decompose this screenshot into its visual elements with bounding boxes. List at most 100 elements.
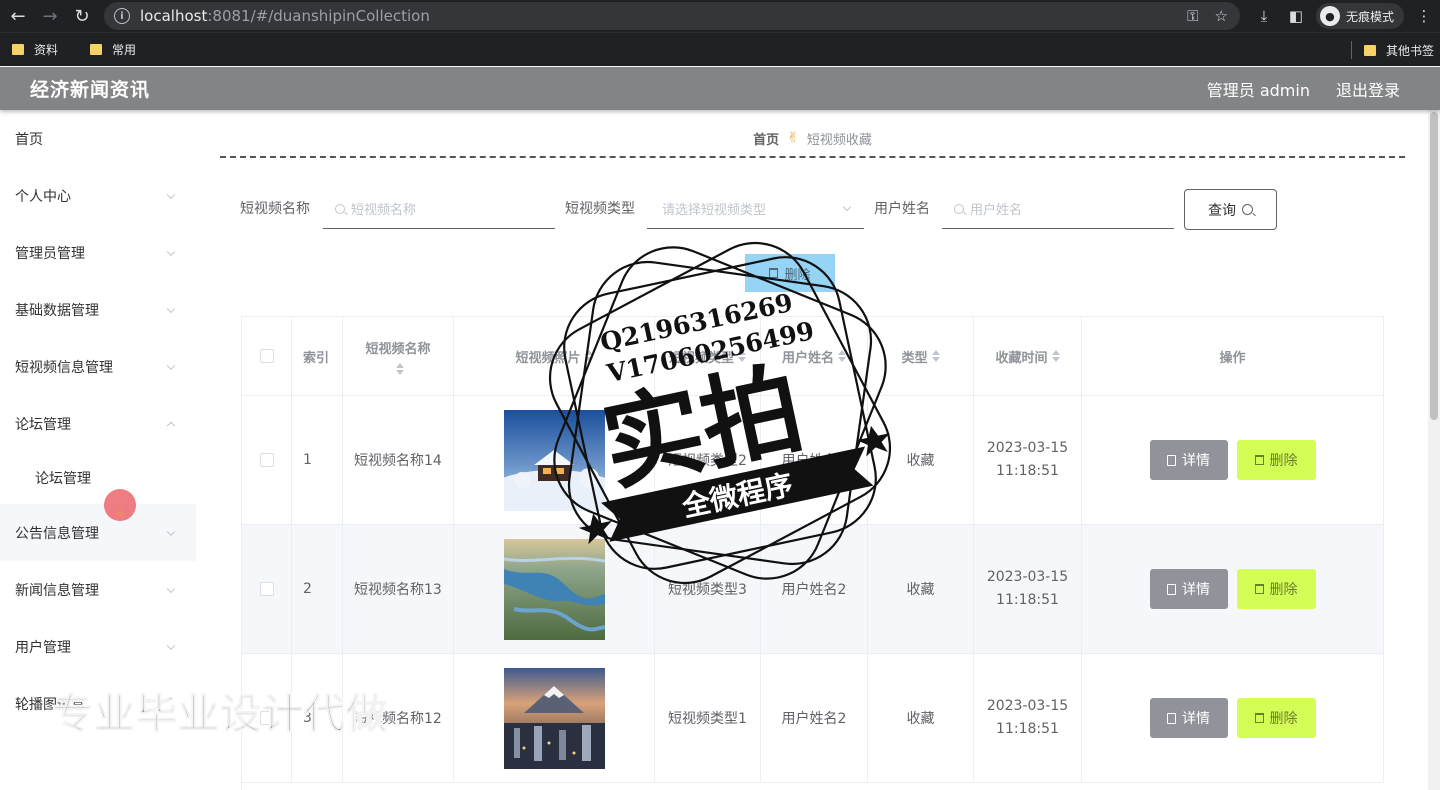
folder-icon [12,44,24,55]
hand-cursor-icon: ☟ [114,503,125,524]
breadcrumb: 首页 ✌ 短视频收藏 [220,120,1405,158]
scrollbar-thumb[interactable] [1430,112,1438,420]
video-name-input[interactable]: 短视频名称 [323,189,555,229]
side-panel-icon[interactable]: ◧ [1280,7,1312,25]
col-kind: 类型 [901,350,928,366]
trash-icon [1254,713,1264,723]
detail-button[interactable]: 详情 [1149,698,1228,738]
sidebar-item-video-info[interactable]: 短视频信息管理 [0,338,196,395]
bulk-delete-button[interactable]: 删除 [745,254,835,292]
row-date: 2023-03-15 [986,698,1069,714]
video-type-label: 短视频类型 [565,201,635,217]
col-video-type: 短视频类型 [668,350,734,366]
incognito-badge[interactable]: ● 无痕模式 [1315,3,1404,29]
sidebar-item-admin[interactable]: 管理员管理 [0,224,196,281]
table-row: 2 短视频名称13 短视频类型3 用户姓名2 收藏 2023-03-15 11:1… [242,525,1384,654]
document-icon [1167,712,1176,724]
delete-button[interactable]: 删除 [1236,569,1316,609]
trash-icon [769,268,779,278]
row-index: 1 [303,452,312,468]
logout-link[interactable]: 退出登录 [1336,77,1400,101]
video-type-select[interactable]: 请选择短视频类型 [647,189,864,229]
breadcrumb-home[interactable]: 首页 [753,129,779,148]
row-checkbox[interactable] [259,582,274,596]
delete-button[interactable]: 删除 [1236,440,1316,480]
download-icon[interactable]: ⤓ [1248,7,1280,25]
chevron-down-icon [166,361,176,370]
app-header: 经济新闻资讯 管理员 admin 退出登录 [0,67,1440,110]
bookmarks-bar: 资料 常用 其他书签 [0,32,1440,66]
row-user-name: 用户姓名2 [781,582,847,598]
document-icon [1167,583,1176,595]
menu-kebab-icon[interactable]: ⋮ [1408,7,1440,25]
chevron-up-icon [166,421,176,430]
collection-table: 索引 短视频名称 短视频照片 短视频类型 用户姓名 类型 收藏时间 操作 1 短… [241,316,1384,790]
sidebar-item-users[interactable]: 用户管理 [0,618,196,675]
back-icon[interactable]: ← [4,2,32,30]
video-name-label: 短视频名称 [240,201,310,217]
table-header-row: 索引 短视频名称 短视频照片 短视频类型 用户姓名 类型 收藏时间 操作 [242,317,1384,396]
user-name-input[interactable]: 用户姓名 [942,189,1174,229]
breadcrumb-current: 短视频收藏 [806,132,872,148]
sort-icon[interactable] [931,350,940,362]
bookmark-folder-ziliao[interactable]: 资料 [12,41,58,58]
video-thumbnail [504,538,605,640]
chevron-down-icon [166,304,176,313]
row-date: 2023-03-15 [986,440,1069,456]
search-icon [1242,204,1253,215]
detail-button[interactable]: 详情 [1149,569,1228,609]
sidebar-item-forum[interactable]: 论坛管理 [0,395,196,452]
row-kind: 收藏 [906,711,935,727]
address-bar[interactable]: i localhost:8081/#/duanshipinCollection … [104,2,1240,30]
hand-icon: ✌ [787,130,799,146]
col-actions: 操作 [1219,350,1246,366]
sidebar-item-profile[interactable]: 个人中心 [0,167,196,224]
document-icon [1167,454,1176,466]
row-kind: 收藏 [906,582,935,598]
col-video-name: 短视频名称 [365,341,431,357]
video-thumbnail [504,667,605,769]
user-name-label: 用户姓名 [874,201,930,217]
sidebar-subitem-forum[interactable]: 论坛管理 [0,452,196,504]
forward-icon[interactable]: → [36,2,64,30]
video-thumbnail [504,409,605,511]
search-form: 短视频名称 短视频名称 短视频类型 请选择短视频类型 用户姓名 用户姓名 查询 [240,189,1340,230]
delete-button[interactable]: 删除 [1236,698,1316,738]
site-info-icon[interactable]: i [114,8,130,24]
sidebar-item-basic-data[interactable]: 基础数据管理 [0,281,196,338]
sort-icon[interactable] [738,350,746,362]
folder-icon [90,44,103,55]
sort-icon[interactable] [395,362,404,375]
query-button[interactable]: 查询 [1184,189,1277,230]
watermark-text: 专业毕业设计代做 [51,689,388,739]
row-time: 11:18:51 [996,592,1059,608]
sidebar-item-home[interactable]: 首页 [0,110,196,167]
url-text[interactable]: localhost:8081/#/duanshipinCollection [140,7,430,25]
other-bookmarks[interactable]: 其他书签 [1386,42,1434,59]
browser-toolbar: ← → ↻ i localhost:8081/#/duanshipinColle… [0,0,1440,32]
sort-icon[interactable] [838,350,846,362]
reload-icon[interactable]: ↻ [68,2,96,30]
sort-icon[interactable] [584,350,593,362]
bookmark-star-icon[interactable]: ☆ [1215,7,1228,25]
row-checkbox[interactable] [259,453,274,467]
detail-button[interactable]: 详情 [1149,440,1228,480]
key-icon[interactable]: ⚿ [1187,7,1198,25]
select-all-checkbox[interactable] [259,349,274,363]
chevron-down-icon [166,641,176,650]
app-title: 经济新闻资讯 [30,79,151,101]
row-video-type: 短视频类型3 [668,582,747,598]
chevron-down-icon [166,584,176,593]
row-kind: 收藏 [906,453,935,469]
chevron-down-icon [166,247,176,256]
row-video-name: 短视频名称13 [354,582,442,598]
sidebar-item-notice[interactable]: 公告信息管理 [0,504,196,561]
chevron-down-icon [842,202,852,212]
sidebar-item-news[interactable]: 新闻信息管理 [0,561,196,618]
sort-icon[interactable] [1051,350,1060,362]
table-row: 3 短视频名称12 短视频类型1 用户姓名2 收藏 2023-03-15 11:1… [242,654,1384,783]
trash-icon [1254,455,1264,465]
row-time: 11:18:51 [996,463,1059,479]
bookmark-folder-changyong[interactable]: 常用 [90,41,136,58]
chevron-down-icon [166,527,176,536]
